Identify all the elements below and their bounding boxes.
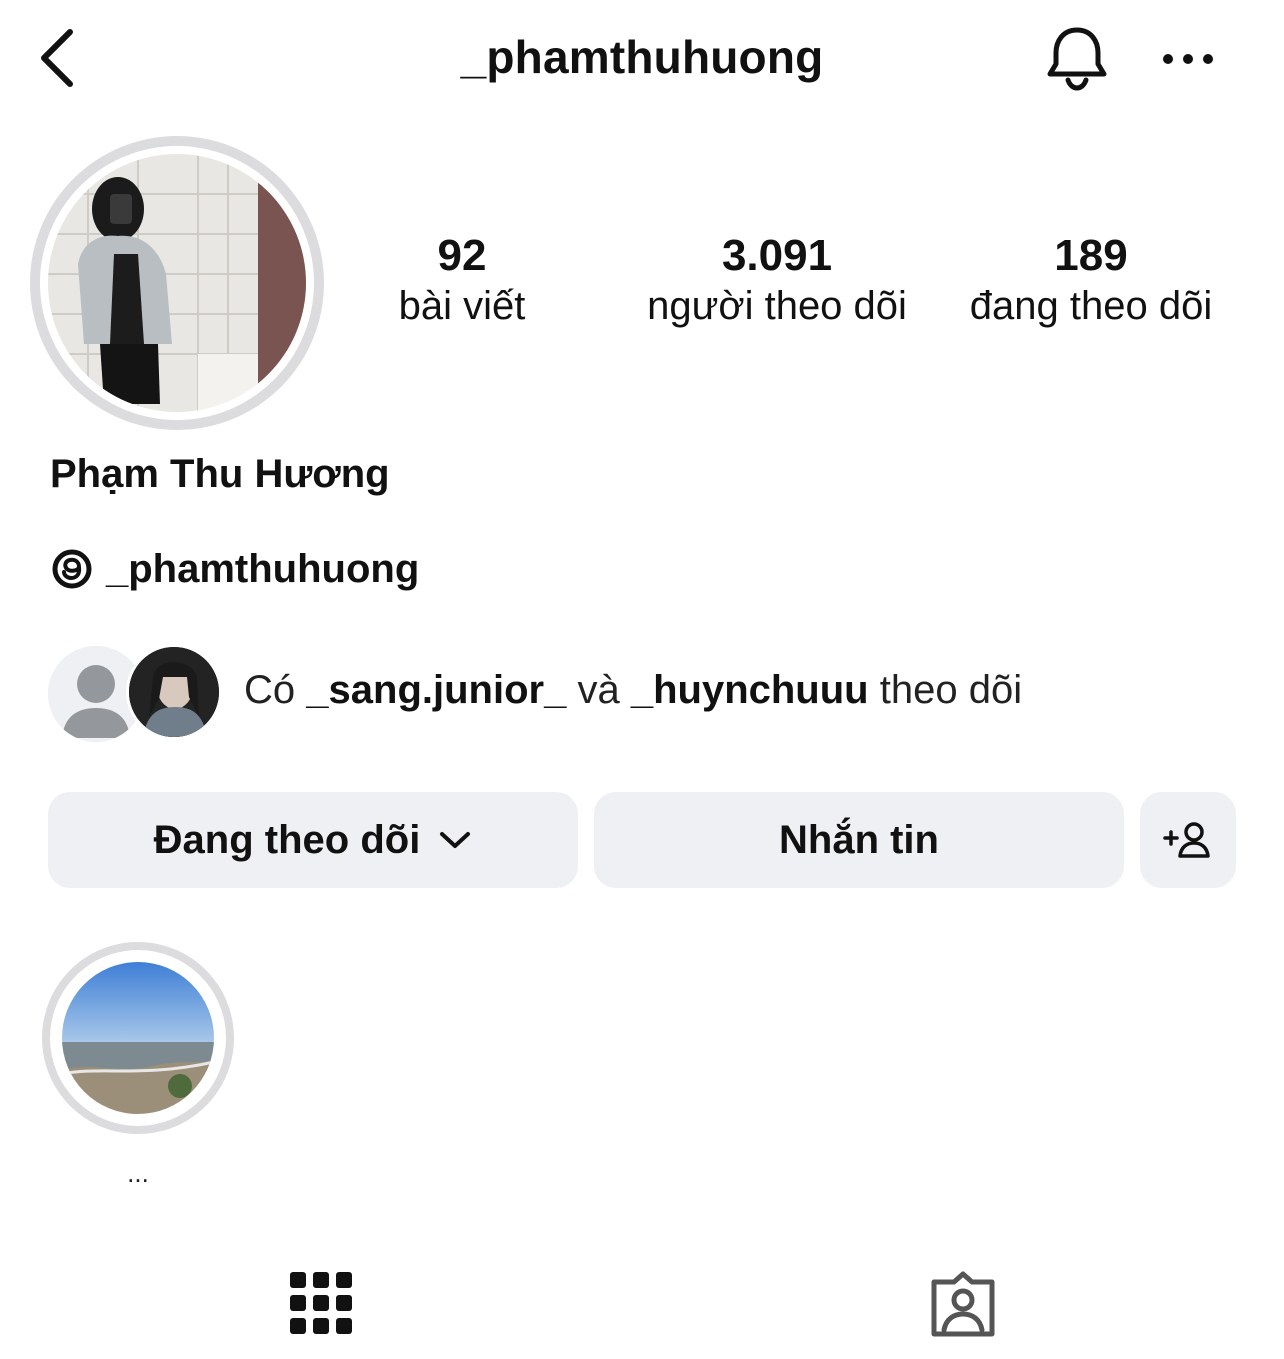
highlight-label: ...: [127, 1158, 149, 1188]
stat-posts[interactable]: 92 bài viết: [372, 230, 552, 330]
grid-icon[interactable]: [290, 1272, 352, 1334]
following-button[interactable]: Đang theo dõi: [48, 792, 578, 888]
tagged-person-icon[interactable]: [928, 1270, 998, 1338]
stat-following[interactable]: 189 đang theo dõi: [946, 230, 1236, 330]
mutual-user-2[interactable]: _huynchuuu: [631, 668, 869, 712]
following-count: 189: [1054, 231, 1128, 280]
more-options-icon[interactable]: [1160, 50, 1216, 68]
display-name: Phạm Thu Hương: [50, 452, 390, 496]
mutual-followers-text[interactable]: Có _sang.junior_ và _huynchuuu theo dõi: [244, 668, 1022, 713]
stat-followers[interactable]: 3.091 người theo dõi: [626, 230, 928, 330]
mutual-conjunction: và: [577, 668, 620, 712]
suggest-people-button[interactable]: [1140, 792, 1236, 888]
followers-count: 3.091: [721, 231, 833, 280]
bell-icon[interactable]: [1044, 24, 1110, 92]
following-label: đang theo dõi: [969, 284, 1213, 328]
mutual-prefix: Có: [244, 668, 296, 712]
highlight-thumbnail[interactable]: [62, 962, 214, 1114]
add-person-icon: [1163, 822, 1210, 858]
mutual-user-1[interactable]: _sang.junior_: [306, 668, 566, 712]
posts-label: bài viết: [398, 284, 526, 328]
mutual-suffix: theo dõi: [879, 668, 1023, 712]
following-button-label: Đang theo dõi: [153, 817, 421, 862]
profile-avatar[interactable]: [48, 154, 306, 412]
message-button-label: Nhắn tin: [779, 817, 939, 862]
threads-handle: _phamthuhuong: [106, 546, 420, 591]
posts-count: 92: [437, 231, 487, 280]
threads-link[interactable]: _phamthuhuong: [50, 544, 419, 594]
mutual-avatar-photo[interactable]: [126, 644, 222, 740]
threads-icon: [52, 549, 92, 589]
followers-label: người theo dõi: [647, 284, 907, 328]
message-button[interactable]: Nhắn tin: [594, 792, 1124, 888]
chevron-down-icon: [440, 832, 471, 848]
